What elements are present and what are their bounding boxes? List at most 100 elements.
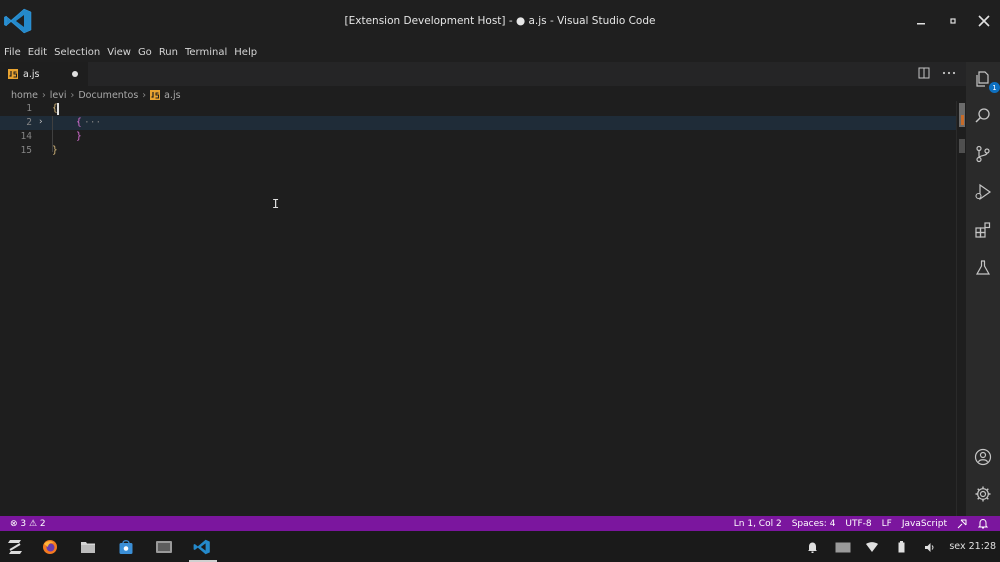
screenshot-icon — [156, 541, 172, 553]
editor-tab-bar: a.js — [0, 62, 966, 86]
minimize-button[interactable] — [912, 12, 930, 30]
wifi-icon — [866, 542, 878, 552]
code-line: 1 { — [0, 102, 956, 116]
run-debug-icon — [975, 183, 992, 201]
split-editor-icon[interactable] — [918, 67, 930, 79]
code-line: 14 } — [0, 130, 956, 144]
firefox-icon — [43, 540, 57, 554]
battery-tray[interactable] — [896, 539, 906, 555]
javascript-file-icon — [8, 69, 18, 79]
manage-button[interactable] — [972, 483, 994, 505]
status-right: Ln 1, Col 2 Spaces: 4 UTF-8 LF JavaScrip… — [734, 516, 988, 531]
code-editor[interactable]: 1 { 2 › { ··· 14 } 15 } — [0, 101, 966, 516]
breadcrumb-home[interactable]: home — [11, 90, 38, 101]
text-cursor — [57, 103, 59, 115]
clock[interactable]: sex 21:28 — [949, 541, 996, 552]
status-language[interactable]: JavaScript — [902, 519, 947, 529]
zorin-logo-icon — [8, 540, 22, 554]
explorer-button[interactable]: 1 — [972, 68, 1000, 93]
vscode-icon — [193, 539, 210, 555]
line-number: 1 — [26, 103, 32, 114]
files-app-button[interactable] — [79, 538, 97, 556]
breadcrumb-levi[interactable]: levi — [50, 90, 67, 101]
run-debug-button[interactable] — [972, 181, 994, 203]
software-store-button[interactable] — [117, 538, 135, 556]
chevron-right-icon: › — [142, 89, 147, 101]
os-taskbar: sex 21:28 — [0, 531, 1000, 562]
problems-count: ⊗ 3 ⚠ 2 — [10, 518, 46, 529]
search-button[interactable] — [972, 105, 994, 127]
menu-run[interactable]: Run — [159, 47, 178, 58]
network-tray[interactable] — [865, 539, 879, 555]
firefox-button[interactable] — [41, 538, 59, 556]
search-icon — [975, 108, 990, 123]
status-problems[interactable]: ⊗ 3 ⚠ 2 — [10, 516, 46, 531]
extensions-icon — [975, 222, 991, 238]
accounts-button[interactable] — [972, 446, 994, 468]
window-title: [Extension Development Host] - ● a.js - … — [344, 15, 656, 27]
line-number: 15 — [20, 145, 32, 156]
explorer-badge: 1 — [989, 82, 1000, 93]
unsaved-dot-icon[interactable] — [72, 71, 78, 77]
code-line-current: 2 › { ··· — [0, 116, 956, 130]
flask-icon — [975, 260, 991, 275]
close-icon — [978, 15, 990, 27]
breadcrumb: home › levi › Documentos › a.js — [11, 88, 181, 102]
volume-icon — [925, 542, 934, 552]
notifications-bell-icon[interactable] — [978, 518, 988, 529]
source-control-icon — [976, 145, 990, 163]
chevron-right-icon: › — [41, 89, 46, 101]
breadcrumb-file[interactable]: a.js — [164, 90, 180, 101]
bell-icon — [807, 542, 817, 553]
scrollbar-change-marker — [961, 115, 964, 125]
status-indentation[interactable]: Spaces: 4 — [792, 519, 836, 529]
code-text: } — [76, 131, 82, 142]
gear-icon — [975, 486, 991, 502]
folder-icon — [81, 542, 95, 553]
notifications-tray[interactable] — [806, 539, 818, 555]
activity-bar: 1 — [966, 62, 1000, 516]
code-line: 15 } — [0, 144, 956, 158]
battery-icon — [898, 541, 904, 553]
minimize-icon — [917, 23, 925, 25]
code-text: { — [76, 117, 82, 128]
menu-terminal[interactable]: Terminal — [185, 47, 227, 58]
line-number: 2 — [26, 117, 32, 128]
display-tray[interactable] — [834, 539, 852, 555]
menu-bar: File Edit Selection View Go Run Terminal… — [0, 42, 1000, 62]
maximize-icon — [950, 18, 956, 24]
editor-actions — [918, 67, 956, 79]
monitor-icon — [835, 542, 851, 552]
status-encoding[interactable]: UTF-8 — [845, 519, 871, 529]
menu-go[interactable]: Go — [138, 47, 152, 58]
editor-scrollbar[interactable] — [956, 101, 966, 516]
account-icon — [974, 448, 992, 466]
close-button[interactable] — [975, 12, 993, 30]
menu-help[interactable]: Help — [234, 47, 257, 58]
status-eol[interactable]: LF — [882, 519, 892, 529]
feedback-icon[interactable] — [957, 518, 968, 529]
breadcrumb-documentos[interactable]: Documentos — [78, 90, 138, 101]
menu-file[interactable]: File — [4, 47, 21, 58]
source-control-button[interactable] — [972, 143, 994, 165]
app-menu-button[interactable] — [6, 538, 24, 556]
screenshot-app-button[interactable] — [155, 538, 173, 556]
testing-button[interactable] — [972, 257, 994, 279]
tab-a-js[interactable]: a.js — [0, 62, 88, 86]
chevron-right-icon: › — [70, 89, 75, 101]
status-position[interactable]: Ln 1, Col 2 — [734, 519, 782, 529]
fold-chevron-icon[interactable]: › — [38, 117, 43, 127]
overview-ruler-slider[interactable] — [959, 139, 965, 153]
vscode-taskbar-button[interactable] — [193, 538, 211, 556]
ibeam-cursor-icon: I — [272, 197, 280, 211]
menu-selection[interactable]: Selection — [54, 47, 100, 58]
indent-guide — [52, 116, 53, 152]
store-bag-icon — [119, 540, 133, 554]
volume-tray[interactable] — [923, 539, 937, 555]
menu-edit[interactable]: Edit — [28, 47, 47, 58]
maximize-button[interactable] — [944, 12, 962, 30]
folded-ellipsis[interactable]: ··· — [84, 117, 101, 128]
extensions-button[interactable] — [972, 219, 994, 241]
menu-view[interactable]: View — [107, 47, 131, 58]
more-actions-icon[interactable] — [942, 67, 956, 79]
